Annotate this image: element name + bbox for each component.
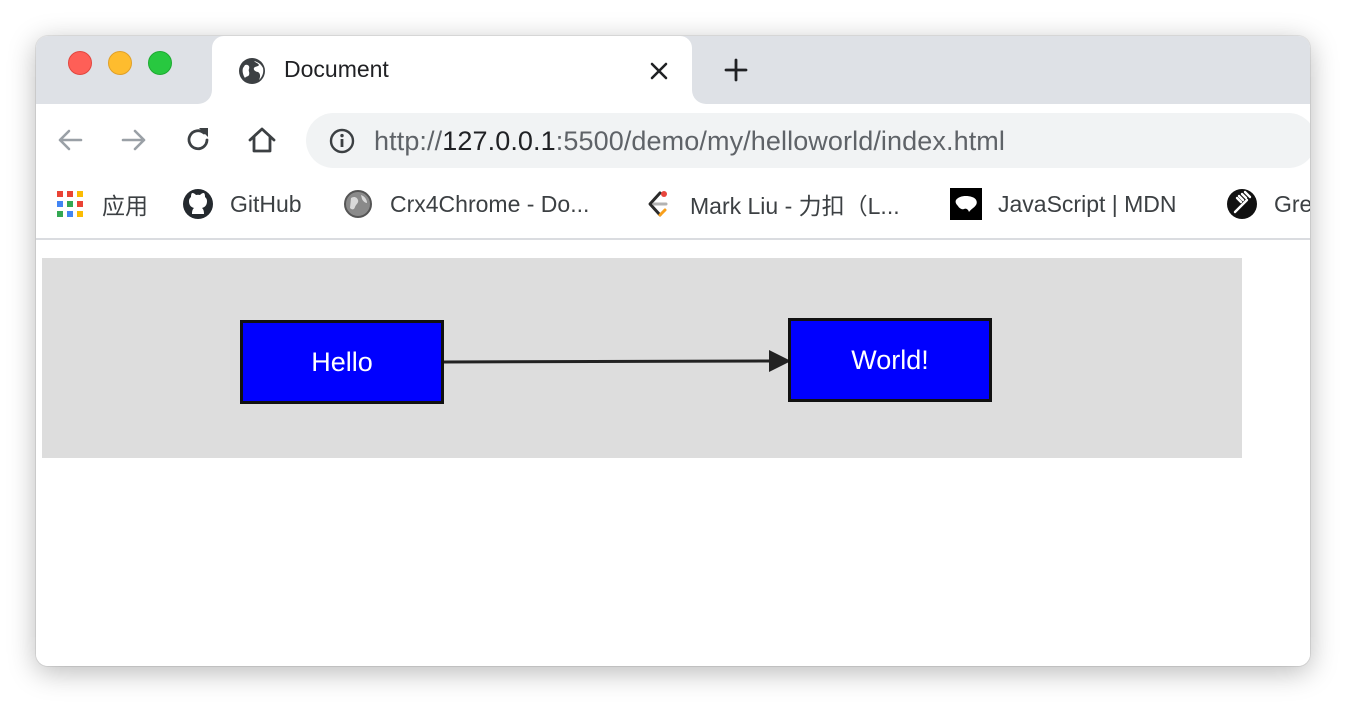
greasyfork-icon xyxy=(1227,189,1257,219)
url-scheme: http:// xyxy=(374,126,443,156)
reload-icon[interactable] xyxy=(180,122,216,158)
browser-window: Document http://127.0.0.1:5500/demo/my/h… xyxy=(36,36,1310,666)
page-content: Hello World! xyxy=(36,242,1310,666)
github-icon xyxy=(183,189,213,219)
close-tab-icon[interactable] xyxy=(644,56,674,86)
address-bar[interactable]: http://127.0.0.1:5500/demo/my/helloworld… xyxy=(306,113,1310,168)
bookmark-label: Mark Liu - 力扣（L... xyxy=(690,193,900,219)
tab-strip: Document xyxy=(36,36,1310,104)
bookmark-label: JavaScript | MDN xyxy=(998,190,1177,217)
url-host: 127.0.0.1 xyxy=(442,126,556,156)
tab-document[interactable]: Document xyxy=(212,36,692,104)
bookmark-label: 应用 xyxy=(102,193,148,219)
node-world[interactable]: World! xyxy=(788,318,992,402)
bookmark-label: Crx4Chrome - Do... xyxy=(390,190,590,217)
leetcode-icon xyxy=(648,191,668,217)
bookmark-crx4chrome[interactable]: Crx4Chrome - Do... xyxy=(342,188,589,220)
minimize-window-button[interactable] xyxy=(108,51,132,75)
bookmark-greasyfork[interactable]: Gre xyxy=(1226,188,1310,220)
back-arrow-icon[interactable] xyxy=(52,122,88,158)
edge-hello-world xyxy=(442,350,791,372)
url-path: :5500/demo/my/helloworld/index.html xyxy=(555,126,1005,156)
bookmark-github[interactable]: GitHub xyxy=(182,188,302,220)
bookmark-label: Gre xyxy=(1274,190,1310,217)
bookmark-leetcode[interactable]: Mark Liu - 力扣（L... xyxy=(642,188,900,220)
toolbar: http://127.0.0.1:5500/demo/my/helloworld… xyxy=(36,104,1310,176)
new-tab-icon[interactable] xyxy=(720,54,752,86)
home-icon[interactable] xyxy=(244,122,280,158)
info-icon[interactable] xyxy=(328,127,356,155)
url-text[interactable]: http://127.0.0.1:5500/demo/my/helloworld… xyxy=(374,126,1005,157)
node-hello[interactable]: Hello xyxy=(240,320,444,404)
bookmark-label: GitHub xyxy=(230,190,302,217)
forward-arrow-icon[interactable] xyxy=(116,122,152,158)
apps-grid-icon xyxy=(57,191,83,217)
mdn-icon xyxy=(950,188,982,220)
tab-title: Document xyxy=(284,56,389,82)
bookmarks-bar: 应用 GitHub Crx4Chrome - Do... Mark Liu - … xyxy=(36,176,1310,240)
globe-icon xyxy=(239,58,265,84)
diagram-canvas: Hello World! xyxy=(42,258,1242,458)
crx4chrome-icon xyxy=(344,190,372,218)
maximize-window-button[interactable] xyxy=(148,51,172,75)
bookmark-apps[interactable]: 应用 xyxy=(54,188,148,220)
bookmark-mdn[interactable]: JavaScript | MDN xyxy=(950,188,1177,220)
close-window-button[interactable] xyxy=(68,51,92,75)
